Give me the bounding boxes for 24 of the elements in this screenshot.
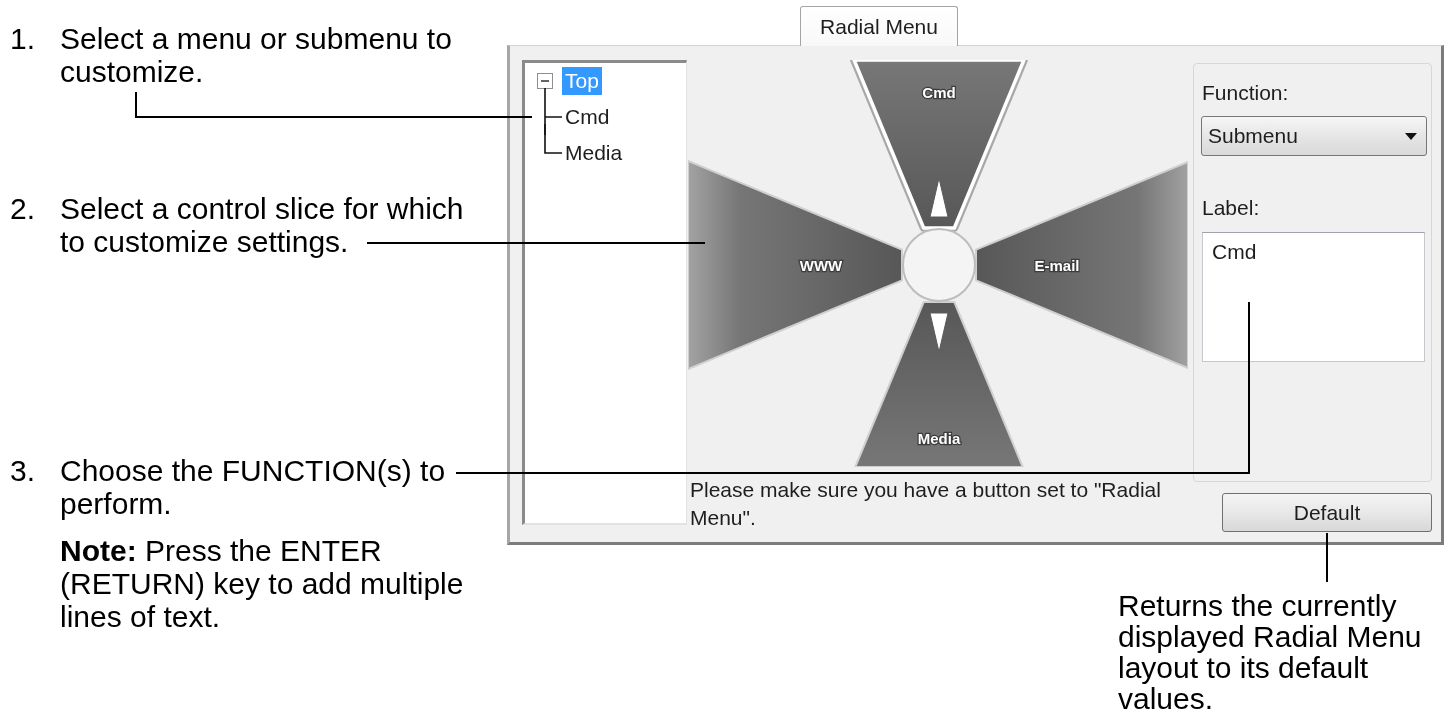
step-number: 2. [10, 192, 37, 227]
caption-text: Returns the currently displayed Radial Menu layout to its default values. [1118, 590, 1423, 714]
default-button[interactable]: Default [1222, 493, 1432, 532]
tree-item[interactable]: Media [562, 139, 626, 167]
caret-icon [1405, 132, 1417, 140]
function-dropdown[interactable]: Submenu [1201, 116, 1427, 156]
step-text: Select a menu or submenu to customize. [60, 22, 453, 88]
note-text: Note: Press the ENTER (RETURN) key to add multiple lines of text. [60, 534, 465, 633]
leader-line [1326, 532, 1328, 583]
tree-item[interactable]: Cmd [562, 103, 613, 131]
menu-slice[interactable]: E-mail [975, 160, 1188, 370]
step-text: Choose the FUNCTION(s) to perform. [60, 454, 447, 520]
field-label: Label: [1202, 196, 1261, 220]
menu-slice[interactable]: Cmd [850, 60, 1028, 232]
menu-slice[interactable]: WWW [688, 160, 903, 370]
collapse-icon[interactable] [537, 73, 553, 89]
step-number: 3. [10, 454, 37, 489]
field-label: Function: [1202, 81, 1290, 105]
step-number: 1. [10, 22, 37, 57]
tab[interactable]: Radial Menu [800, 6, 958, 46]
label-text-field[interactable]: Cmd [1202, 232, 1425, 362]
menu-slice[interactable]: Media [854, 301, 1024, 467]
step-text: Select a control slice for which to customize settings. [60, 192, 465, 258]
hint-text: Please make sure you have a button set to "Radial Menu". [690, 477, 1162, 531]
